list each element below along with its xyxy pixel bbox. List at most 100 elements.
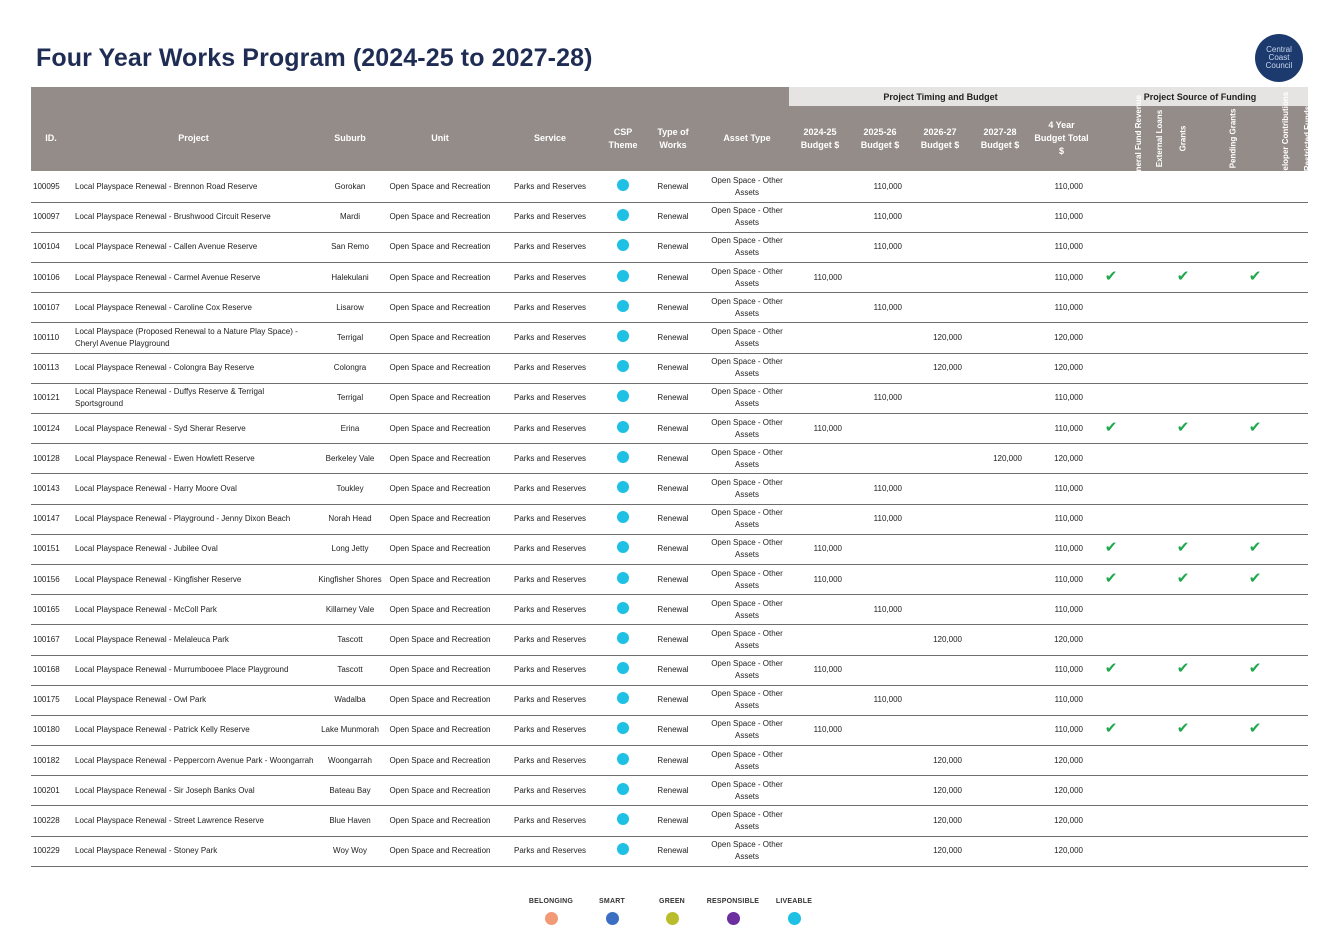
cell-project: Local Playspace (Proposed Renewal to a N… [71, 322, 316, 354]
col-header-type-of-works: Type of Works [642, 106, 704, 173]
cell-id: 100156 [31, 564, 71, 596]
liveable-theme-dot-icon [617, 390, 629, 403]
cell-asset-type: Open Space - Other Assets [704, 262, 790, 294]
col-header-service: Service [496, 106, 604, 173]
cell-funding-source [1273, 805, 1308, 837]
cell-funding-source [1165, 775, 1201, 807]
col-header-general-fund: General Fund Revenue [1093, 95, 1143, 182]
cell-funding-source [1201, 504, 1237, 535]
cell-funding-source [1093, 805, 1129, 837]
cell-funding-source [1201, 353, 1237, 384]
cell-project: Local Playspace Renewal - Ewen Howlett R… [71, 443, 316, 475]
cell-type-of-works: Renewal [642, 383, 704, 415]
table-row: 100106 Local Playspace Renewal - Carmel A… [31, 262, 1308, 294]
page-title: Four Year Works Program (2024-25 to 2027… [36, 44, 593, 72]
cell-budget: 110,000 [790, 655, 850, 686]
cell-total: 110,000 [1030, 504, 1093, 535]
legend-label: RESPONSIBLE [706, 898, 760, 905]
cell-funding-source [1273, 202, 1308, 233]
cell-asset-type: Open Space - Other Assets [704, 413, 790, 445]
cell-budget [910, 383, 970, 415]
cell-budget [970, 202, 1030, 233]
cell-budget [970, 534, 1030, 565]
cell-id: 100143 [31, 473, 71, 505]
cell-id: 100180 [31, 715, 71, 747]
cell-id: 100107 [31, 292, 71, 324]
cell-budget [790, 353, 850, 384]
legend-item: RESPONSIBLE [698, 898, 768, 925]
cell-funding-source [1237, 504, 1273, 535]
liveable-theme-dot-icon [617, 179, 629, 192]
cell-funding-source [1093, 504, 1129, 535]
cell-funding-source [1237, 322, 1273, 354]
cell-unit: Open Space and Recreation [384, 443, 496, 475]
cell-funding-source: ✔ [1093, 534, 1129, 565]
cell-funding-source [1237, 624, 1273, 656]
cell-csp-theme [604, 534, 642, 565]
legend-label: GREEN [659, 898, 685, 905]
cell-project: Local Playspace Renewal - Owl Park [71, 685, 316, 716]
cell-suburb: Gorokan [316, 172, 384, 203]
cell-csp-theme [604, 443, 642, 475]
cell-service: Parks and Reserves [496, 805, 604, 837]
col-header-total: 4 Year Budget Total $ [1030, 106, 1093, 173]
liveable-theme-dot-icon [617, 722, 629, 735]
logo-line: Council [1265, 61, 1293, 70]
cell-funding-source [1237, 745, 1273, 777]
cell-asset-type: Open Space - Other Assets [704, 504, 790, 535]
cell-service: Parks and Reserves [496, 353, 604, 384]
liveable-theme-dot-icon [617, 480, 629, 493]
cell-budget [970, 504, 1030, 535]
cell-budget [970, 745, 1030, 777]
cell-budget [910, 594, 970, 626]
col-header-unit: Unit [384, 106, 496, 173]
cell-unit: Open Space and Recreation [384, 232, 496, 264]
cell-type-of-works: Renewal [642, 594, 704, 626]
cell-unit: Open Space and Recreation [384, 413, 496, 445]
checkmark-icon: ✔ [1248, 267, 1262, 285]
col-header-pending-grants: Pending Grants [1201, 106, 1237, 173]
cell-unit: Open Space and Recreation [384, 172, 496, 203]
cell-budget [970, 353, 1030, 384]
cell-asset-type: Open Space - Other Assets [704, 172, 790, 203]
cell-service: Parks and Reserves [496, 594, 604, 626]
cell-unit: Open Space and Recreation [384, 836, 496, 867]
cell-project: Local Playspace Renewal - Melaleuca Park [71, 624, 316, 656]
checkmark-icon: ✔ [1248, 660, 1262, 678]
liveable-theme-dot-icon [617, 813, 629, 826]
cell-csp-theme [604, 805, 642, 837]
cell-budget: 120,000 [910, 624, 970, 656]
council-logo: Central Coast Council [1255, 34, 1303, 82]
cell-budget [910, 564, 970, 596]
cell-id: 100104 [31, 232, 71, 264]
cell-budget [910, 443, 970, 475]
cell-csp-theme [604, 564, 642, 596]
cell-suburb: Terrigal [316, 383, 384, 415]
cell-budget [910, 715, 970, 747]
cell-funding-source [1165, 322, 1201, 354]
cell-budget: 110,000 [790, 534, 850, 565]
cell-id: 100110 [31, 322, 71, 354]
cell-budget [910, 232, 970, 264]
cell-funding-source [1165, 353, 1201, 384]
cell-budget [910, 172, 970, 203]
table-row: 100107 Local Playspace Renewal - Caroline… [31, 292, 1308, 324]
cell-budget [850, 715, 910, 747]
cell-type-of-works: Renewal [642, 504, 704, 535]
cell-funding-source [1273, 413, 1308, 445]
cell-unit: Open Space and Recreation [384, 594, 496, 626]
cell-csp-theme [604, 322, 642, 354]
cell-service: Parks and Reserves [496, 685, 604, 716]
cell-funding-source: ✔ [1237, 534, 1273, 565]
cell-id: 100113 [31, 353, 71, 384]
cell-funding-source [1201, 202, 1237, 233]
cell-suburb: Halekulani [316, 262, 384, 294]
checkmark-icon: ✔ [1248, 418, 1262, 436]
cell-funding-source [1273, 715, 1308, 747]
table-row: 100128 Local Playspace Renewal - Ewen How… [31, 443, 1308, 475]
col-header-budget-2027-28: 2027-28 Budget $ [970, 106, 1030, 173]
cell-funding-source: ✔ [1093, 413, 1129, 445]
cell-unit: Open Space and Recreation [384, 715, 496, 747]
cell-budget: 120,000 [910, 775, 970, 807]
cell-unit: Open Space and Recreation [384, 745, 496, 777]
